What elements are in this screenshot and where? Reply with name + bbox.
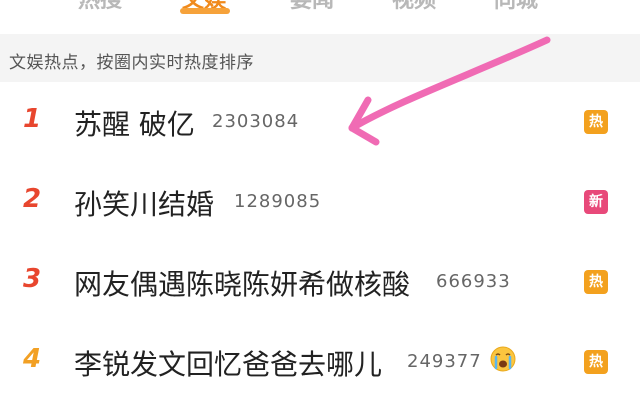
subheader-text: 文娱热点，按圈内实时热度排序 [9,53,254,73]
rank-number: 3 [22,264,42,294]
heat-count: 249377 [407,351,482,372]
category-tabs: 热搜 文娱 要闻 视频 同城 [0,0,640,34]
topic-title[interactable]: 孙笑川结婚 [74,183,214,223]
new-badge: 新 [584,190,608,214]
rank-number: 1 [22,104,42,134]
section-subheader: 文娱热点，按圈内实时热度排序 [0,34,640,82]
hot-badge: 热 [584,270,608,294]
rank-number: 2 [22,184,42,214]
heat-count: 2303084 [212,111,300,132]
list-item[interactable]: 1 苏醒 破亿 2303084 热 [0,82,640,163]
topic-title[interactable]: 网友偶遇陈晓陈妍希做核酸 [74,263,410,303]
hot-badge: 热 [584,110,608,134]
list-item[interactable]: 4 李锐发文回忆爸爸去哪儿 249377 热 [0,322,640,402]
tab-video[interactable]: 视频 [392,0,436,16]
list-item[interactable]: 3 网友偶遇陈晓陈妍希做核酸 666933 热 [0,242,640,323]
tab-local[interactable]: 同城 [494,0,538,16]
heat-count: 1289085 [234,191,322,212]
hot-badge: 热 [584,350,608,374]
crying-face-icon [490,346,516,372]
topic-title[interactable]: 苏醒 破亿 [74,103,195,143]
tab-hot-search[interactable]: 热搜 [78,0,122,16]
rank-number: 4 [22,344,42,374]
topic-title[interactable]: 李锐发文回忆爸爸去哪儿 [74,343,382,383]
tab-news[interactable]: 要闻 [290,0,334,16]
active-tab-indicator [180,8,230,14]
list-item[interactable]: 2 孙笑川结婚 1289085 新 [0,162,640,243]
heat-count: 666933 [436,271,511,292]
